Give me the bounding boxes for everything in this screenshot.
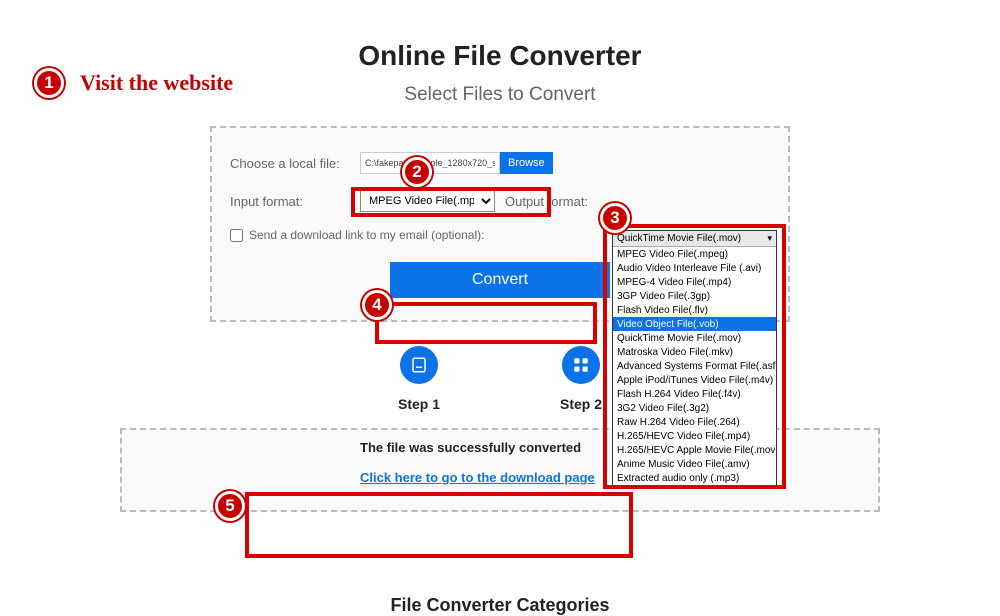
file-icon xyxy=(400,346,438,384)
dropdown-selected: QuickTime Movie File(.mov) xyxy=(617,233,741,244)
annotation-badge-2: 2 xyxy=(402,157,432,187)
annotation-text-1: Visit the website xyxy=(80,70,233,96)
step-2-label: Step 2 xyxy=(560,396,602,412)
grid-icon xyxy=(562,346,600,384)
dropdown-option[interactable]: Video Object File(.vob) xyxy=(613,317,776,331)
step-1: Step 1 xyxy=(398,346,440,412)
file-input-wrap: Browse xyxy=(360,152,560,174)
dropdown-option[interactable]: QuickTime Movie File(.mov) xyxy=(613,331,776,345)
dropdown-option[interactable]: 3G2 Video File(.3g2) xyxy=(613,401,776,415)
dropdown-option[interactable]: MPEG-4 Video File(.mp4) xyxy=(613,275,776,289)
download-link[interactable]: Click here to go to the download page xyxy=(360,470,595,485)
dropdown-option[interactable]: Flash Video File(.flv) xyxy=(613,303,776,317)
annotation-badge-5: 5 xyxy=(215,491,245,521)
browse-button[interactable]: Browse xyxy=(500,152,553,174)
steps-row: Step 1 Step 2 xyxy=(0,346,1000,412)
file-row: Choose a local file: Browse xyxy=(230,152,770,174)
dropdown-option[interactable]: 3GP Video File(.3gp) xyxy=(613,289,776,303)
page-title: Online File Converter xyxy=(0,40,1000,72)
format-row: Input format: MPEG Video File(.mpeg) Out… xyxy=(230,190,770,212)
dropdown-option[interactable]: Extracted audio only (.mp3) xyxy=(613,471,776,485)
dropdown-option[interactable]: Advanced Systems Format File(.asf) xyxy=(613,359,776,373)
step-2: Step 2 xyxy=(560,346,602,412)
annotation-badge-1: 1 xyxy=(34,68,64,98)
dropdown-option[interactable]: Matroska Video File(.mkv) xyxy=(613,345,776,359)
chevron-down-icon: ▾ xyxy=(767,233,772,244)
convert-button[interactable]: Convert xyxy=(390,262,610,298)
output-format-dropdown[interactable]: QuickTime Movie File(.mov) ▾ MPEG Video … xyxy=(612,230,777,486)
dropdown-option[interactable]: Flash H.264 Video File(.f4v) xyxy=(613,387,776,401)
input-format-label: Input format: xyxy=(230,194,360,209)
dropdown-list: MPEG Video File(.mpeg)Audio Video Interl… xyxy=(613,247,776,485)
annotation-badge-3: 3 xyxy=(600,203,630,233)
email-checkbox[interactable] xyxy=(230,229,243,242)
step-1-label: Step 1 xyxy=(398,396,440,412)
email-checkbox-label: Send a download link to my email (option… xyxy=(249,228,484,242)
dropdown-option[interactable]: MPEG Video File(.mpeg) xyxy=(613,247,776,261)
annotation-badge-4: 4 xyxy=(362,290,392,320)
categories-heading: File Converter Categories xyxy=(390,595,609,616)
input-format-select[interactable]: MPEG Video File(.mpeg) xyxy=(360,190,495,212)
dropdown-option[interactable]: Audio Video Interleave File (.avi) xyxy=(613,261,776,275)
dropdown-option[interactable]: Apple iPod/iTunes Video File(.m4v) xyxy=(613,373,776,387)
dropdown-header[interactable]: QuickTime Movie File(.mov) ▾ xyxy=(613,231,776,247)
dropdown-option[interactable]: Raw H.264 Video File(.264) xyxy=(613,415,776,429)
choose-file-label: Choose a local file: xyxy=(230,156,360,171)
dropdown-option[interactable]: Anime Music Video File(.amv) xyxy=(613,457,776,471)
dropdown-option[interactable]: H.265/HEVC Apple Movie File(.mov) xyxy=(613,443,776,457)
dropdown-option[interactable]: H.265/HEVC Video File(.mp4) xyxy=(613,429,776,443)
